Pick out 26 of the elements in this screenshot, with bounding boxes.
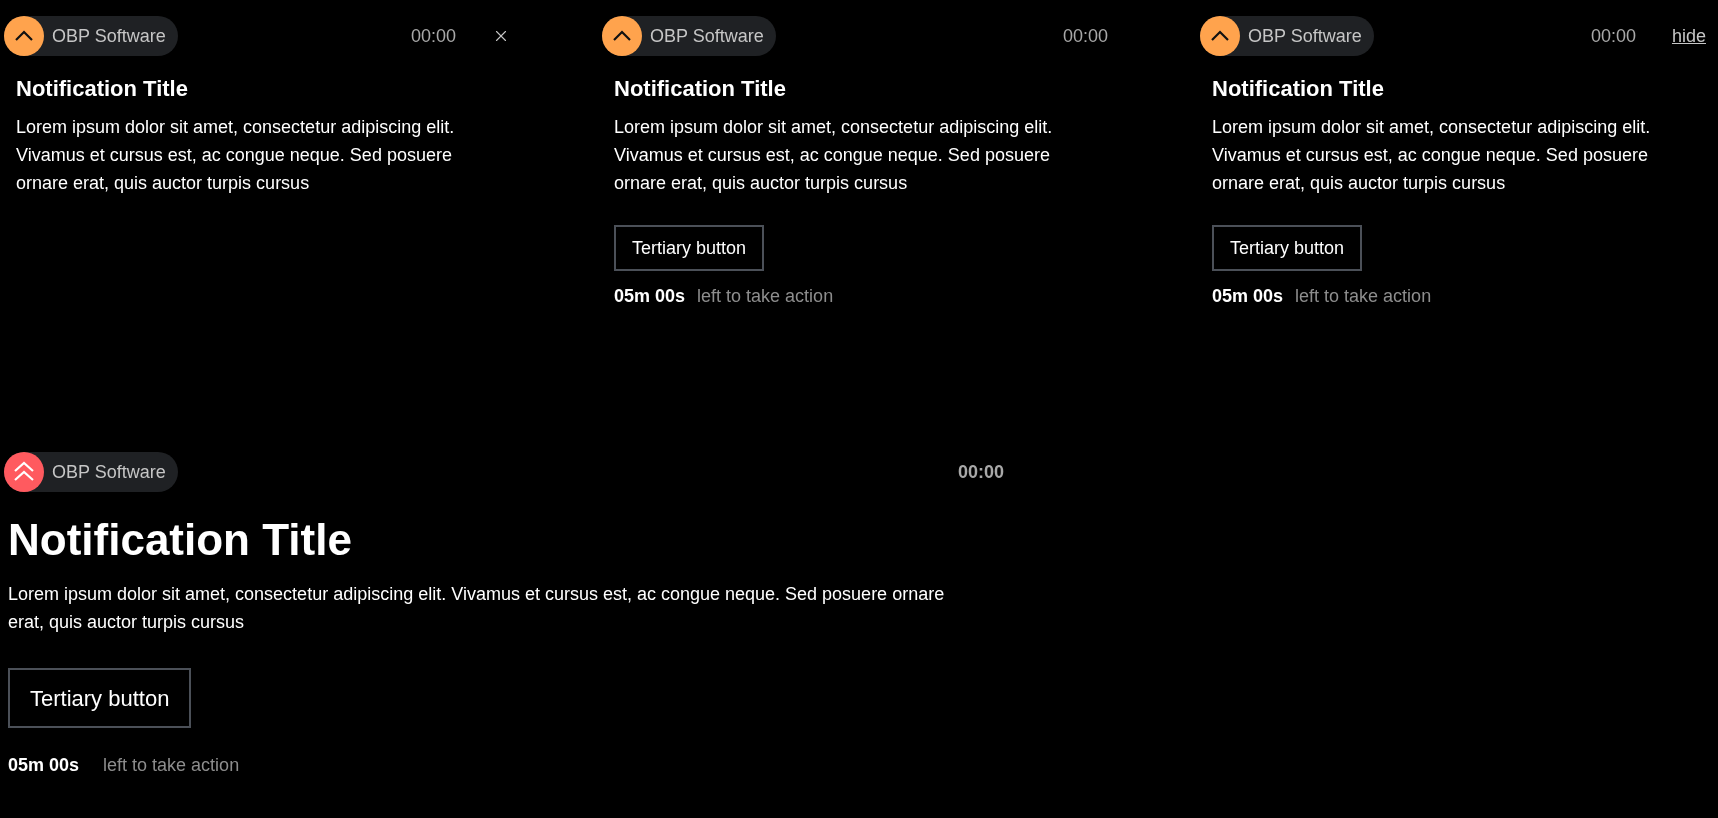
tertiary-button[interactable]: Tertiary button <box>1212 225 1363 271</box>
countdown: 05m 00s <box>614 285 686 308</box>
timestamp: 00:00 <box>957 460 1004 484</box>
notification-title: Notification Title <box>1212 75 1385 103</box>
countdown: 05m 00s <box>1212 285 1284 308</box>
source-label: OBP Software <box>52 460 166 484</box>
source-label: OBP Software <box>1248 24 1362 48</box>
notification-body: Lorem ipsum dolor sit amet, consectetur adipiscing elit. Vivamus et cursus est, ac congue neque. Sed posuere ornare erat, quis auctor turpis cursus <box>1212 116 1652 195</box>
hide-link[interactable]: hide <box>1671 22 1706 50</box>
countdown-label: left to take action <box>103 754 240 777</box>
tertiary-button[interactable]: Tertiary button <box>614 225 765 271</box>
countdown-label: left to take action <box>1295 285 1432 308</box>
notification-body: Lorem ipsum dolor sit amet, consectetur adipiscing elit. Vivamus et cursus est, ac congue neque. Sed posuere ornare erat, quis auctor turpis cursus <box>614 116 1054 195</box>
notification-body: Lorem ipsum dolor sit amet, consectetur adipiscing elit. Vivamus et cursus est, ac congue neque. Sed posuere ornare erat, quis auctor turpis cursus <box>16 116 456 195</box>
source-label: OBP Software <box>650 24 764 48</box>
countdown: 05m 00s <box>8 754 80 777</box>
source-label: OBP Software <box>52 24 166 48</box>
notification-title: Notification Title <box>614 75 787 103</box>
notification-title: Notification Title <box>8 514 353 566</box>
notification-title: Notification Title <box>16 75 189 103</box>
tertiary-button[interactable]: Tertiary button <box>8 668 192 728</box>
timestamp: 00:00 <box>410 24 456 48</box>
timestamp: 00:00 <box>1590 24 1636 48</box>
notification-body: Lorem ipsum dolor sit amet, consectetur adipiscing elit. Vivamus et cursus est, ac congue neque. Sed posuere ornare erat, quis auctor turpis cursus <box>8 583 946 634</box>
timestamp: 00:00 <box>1062 24 1108 48</box>
countdown-label: left to take action <box>697 285 834 308</box>
